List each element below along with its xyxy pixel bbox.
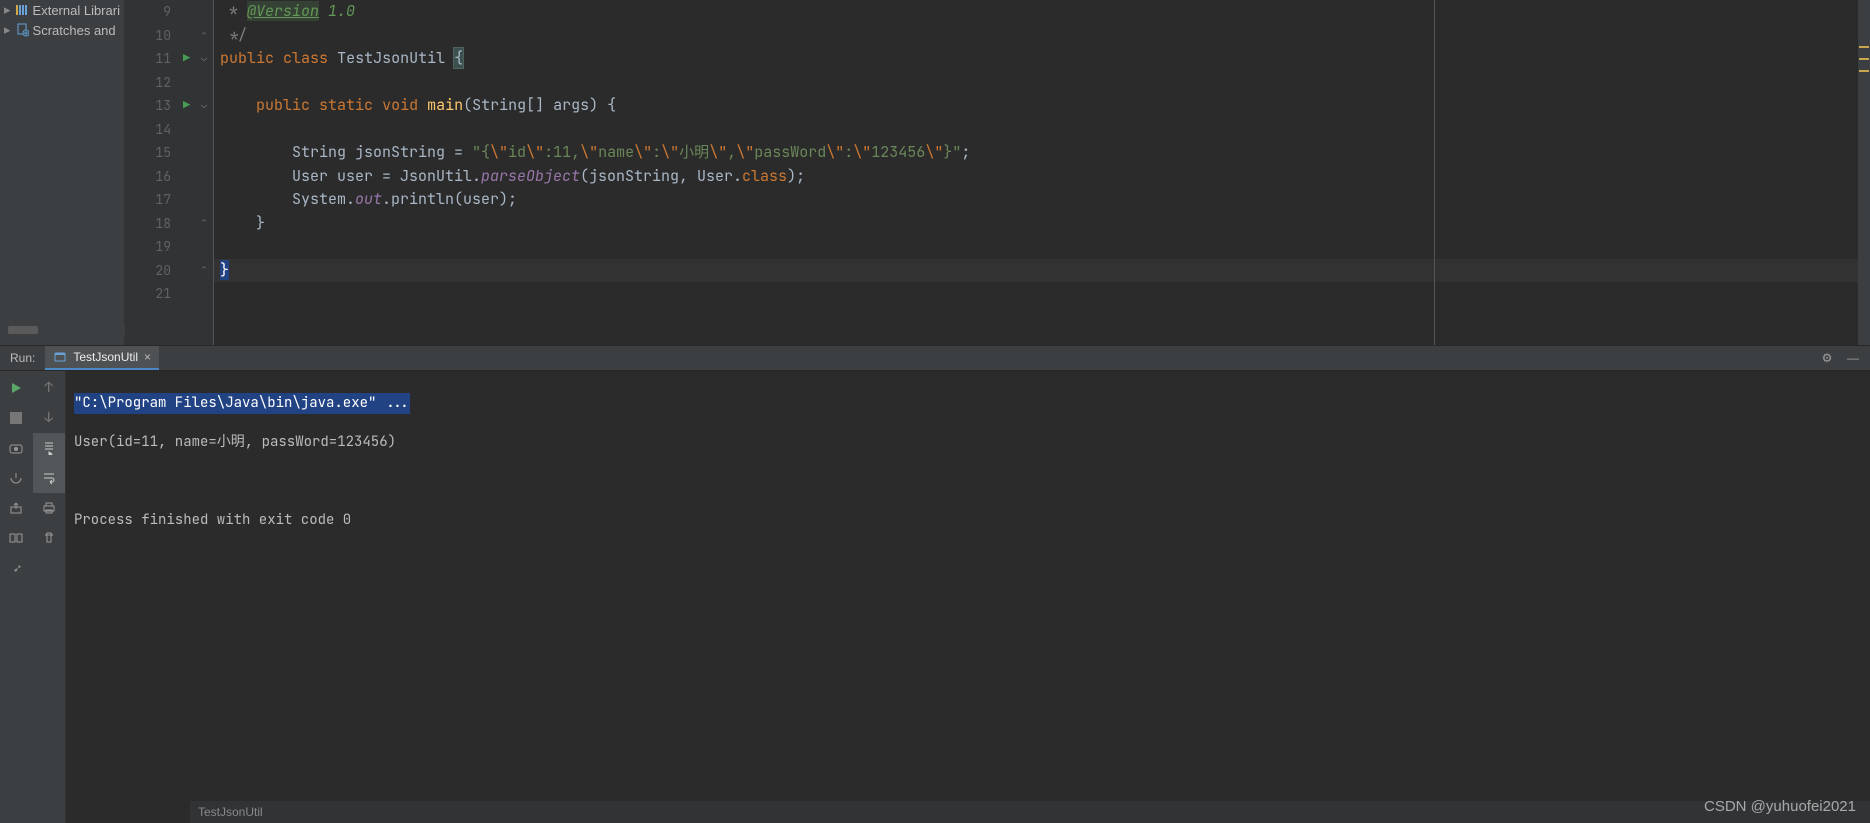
editor-right-margin [1434, 0, 1435, 345]
gear-icon[interactable]: ⚙ [1818, 349, 1836, 367]
fold-gutter[interactable]: ⌃ ⌄ ⌄ ⌃ ⌃ [200, 0, 214, 345]
tree-horizontal-scrollbar[interactable] [0, 325, 125, 335]
line-number: 20 [125, 259, 179, 283]
tree-item-external-libraries[interactable]: ▸ External Librari [0, 0, 124, 20]
tree-item-label: External Librari [33, 3, 120, 18]
code-line[interactable] [214, 282, 1870, 306]
code-line[interactable]: String jsonString = "{\"id\":11,\"name\"… [214, 141, 1870, 165]
chevron-right-icon: ▸ [4, 22, 11, 38]
line-number: 9 [125, 0, 179, 24]
line-number: 13 [125, 94, 179, 118]
fold-open-icon[interactable]: ⌄ [201, 98, 207, 111]
code-line[interactable]: } [214, 212, 1870, 236]
line-number: 11 [125, 47, 179, 71]
scroll-to-end-button[interactable] [33, 433, 66, 463]
layout-button[interactable] [0, 523, 33, 553]
toggle-break-button[interactable] [0, 463, 33, 493]
run-side-toolbar[interactable]: ↑ ↓ [0, 371, 66, 823]
code-line[interactable] [214, 235, 1870, 259]
code-line[interactable]: public static void main(String[] args) { [214, 94, 1870, 118]
run-gutter[interactable]: ▶ ▶ [180, 0, 200, 345]
line-number: 14 [125, 118, 179, 142]
fold-close-icon[interactable]: ⌃ [201, 262, 207, 275]
line-number: 16 [125, 165, 179, 189]
stop-button[interactable] [0, 403, 33, 433]
print-button[interactable] [33, 493, 66, 523]
breadcrumb-item[interactable]: TestJsonUtil [198, 805, 263, 819]
code-line[interactable]: System.out.println(user); [214, 188, 1870, 212]
rerun-button[interactable] [0, 373, 33, 403]
trash-button[interactable] [33, 523, 66, 553]
line-number: 15 [125, 141, 179, 165]
dump-threads-button[interactable] [0, 433, 33, 463]
tree-item-scratches[interactable]: ▸ Scratches and [0, 20, 124, 40]
run-tool-window-header[interactable]: Run: TestJsonUtil × ⚙ — [0, 345, 1870, 371]
pin-button[interactable] [0, 553, 33, 583]
warning-marker[interactable] [1859, 46, 1869, 48]
code-area[interactable]: * @Version 1.0 */ public class TestJsonU… [214, 0, 1870, 345]
fold-close-icon[interactable]: ⌃ [201, 28, 207, 41]
line-number-gutter: 9 10 11 12 13 14 15 16 17 18 19 20 21 [125, 0, 180, 345]
run-tab-label: TestJsonUtil [73, 350, 138, 364]
minimize-icon[interactable]: — [1844, 349, 1862, 367]
run-app-icon [53, 350, 67, 364]
warning-marker[interactable] [1859, 58, 1869, 60]
warning-marker[interactable] [1859, 70, 1869, 72]
line-number: 21 [125, 282, 179, 306]
console-line[interactable]: Process finished with exit code 0 [74, 510, 1862, 531]
console-output[interactable]: "C:\Program Files\Java\bin\java.exe" ...… [66, 371, 1870, 823]
line-number: 18 [125, 212, 179, 236]
code-line[interactable] [214, 118, 1870, 142]
fold-close-icon[interactable]: ⌃ [201, 215, 207, 228]
run-panel-title: Run: [0, 351, 45, 365]
run-gutter-icon[interactable]: ▶ [183, 97, 190, 113]
down-stack-button[interactable]: ↓ [33, 403, 66, 433]
line-number: 12 [125, 71, 179, 95]
run-configuration-tab[interactable]: TestJsonUtil × [45, 346, 159, 370]
code-line[interactable]: public class TestJsonUtil { [214, 47, 1870, 71]
console-line[interactable]: User(id=11, name=小明, passWord=123456) [74, 432, 1862, 453]
project-tree[interactable]: ▸ External Librari ▸ Scratches and [0, 0, 125, 345]
editor-breadcrumb[interactable]: TestJsonUtil [190, 801, 1870, 823]
up-stack-button[interactable]: ↑ [33, 373, 66, 403]
soft-wrap-button[interactable] [33, 463, 66, 493]
marker-rail[interactable] [1858, 0, 1870, 345]
line-number: 10 [125, 24, 179, 48]
close-icon[interactable]: × [144, 350, 151, 364]
watermark-text: CSDN @yuhuofei2021 [1704, 798, 1856, 815]
chevron-right-icon: ▸ [4, 2, 11, 18]
scrollbar-thumb[interactable] [8, 326, 38, 334]
console-line[interactable] [74, 471, 1862, 492]
line-number: 19 [125, 235, 179, 259]
code-line[interactable]: User user = JsonUtil.parseObject(jsonStr… [214, 165, 1870, 189]
fold-open-icon[interactable]: ⌄ [201, 51, 207, 64]
library-icon [15, 3, 29, 17]
run-gutter-icon[interactable]: ▶ [183, 50, 190, 66]
code-line[interactable]: */ [214, 24, 1870, 48]
console-line[interactable]: "C:\Program Files\Java\bin\java.exe" ... [74, 393, 1862, 414]
code-line[interactable]: } [214, 259, 1870, 283]
code-line[interactable]: * @Version 1.0 [214, 0, 1870, 24]
line-number: 17 [125, 188, 179, 212]
tree-item-label: Scratches and [33, 23, 116, 38]
code-editor[interactable]: 9 10 11 12 13 14 15 16 17 18 19 20 21 ▶ … [125, 0, 1870, 345]
export-button[interactable] [0, 493, 33, 523]
scratches-icon [15, 23, 29, 37]
code-line[interactable] [214, 71, 1870, 95]
